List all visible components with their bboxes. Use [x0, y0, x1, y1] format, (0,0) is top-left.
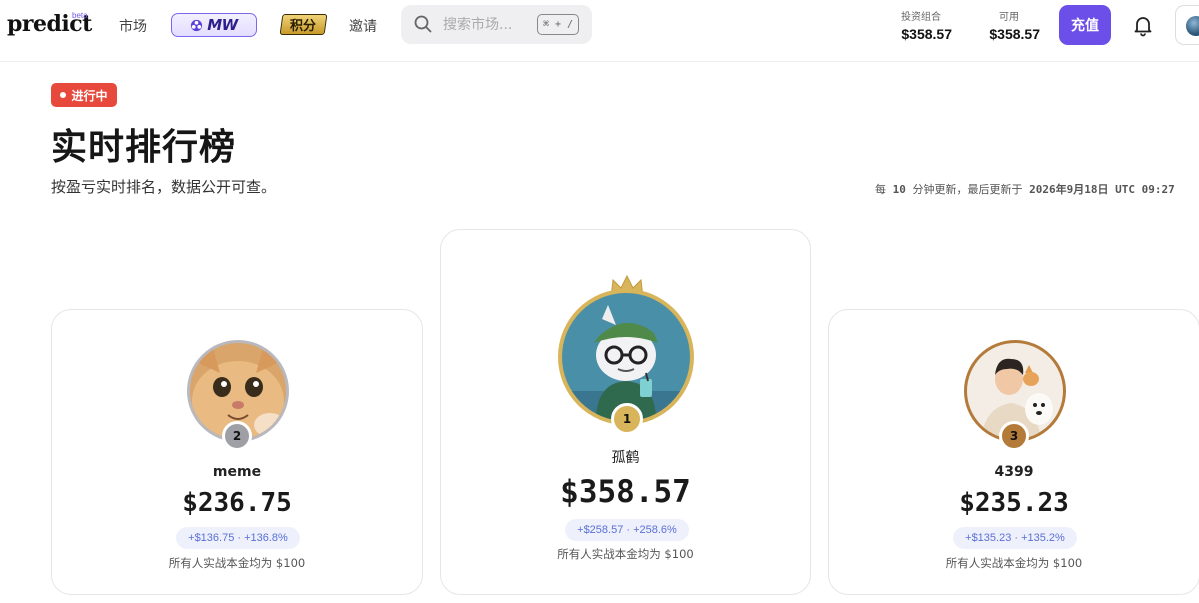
update-middle: 分钟更新，最后更新于	[912, 183, 1023, 196]
page-subtitle: 按盈亏实时排名，数据公开可查。	[51, 178, 277, 196]
pnl-pill: +$136.75 · +136.8%	[176, 527, 300, 549]
points-label: 积分	[290, 19, 317, 34]
flower-icon	[191, 19, 203, 31]
leaderboard-card-rank-3[interactable]: 3 4399 $235.23 +$135.23 · +135.2% 所有人实战本…	[828, 309, 1199, 595]
avatar-cat-illustration	[562, 293, 690, 421]
beta-tag: beta	[72, 11, 88, 20]
capital-note: 所有人实战本金均为 $100	[557, 547, 694, 561]
shortcut-hint: ⌘ + /	[537, 14, 579, 35]
username: meme	[212, 464, 262, 480]
bell-icon[interactable]	[1131, 13, 1155, 37]
balance: $236.75	[182, 488, 292, 518]
user-avatar-button[interactable]	[1175, 5, 1199, 45]
status-label: 进行中	[71, 88, 108, 103]
rank-badge: 3	[999, 421, 1029, 451]
page-title: 实时排行榜	[51, 127, 237, 168]
search-box[interactable]: ⌘ + /	[401, 5, 592, 44]
deposit-button[interactable]: 充值	[1059, 5, 1111, 45]
mw-badge-button[interactable]: MW	[171, 13, 257, 37]
pnl-pill: +$258.57 · +258.6%	[565, 519, 689, 541]
nav-markets[interactable]: 市场	[119, 16, 147, 36]
capital-note: 所有人实战本金均为 $100	[945, 556, 1083, 570]
capital-note: 所有人实战本金均为 $100	[168, 556, 306, 570]
available-stat: 可用 $358.57	[978, 8, 1040, 42]
username: 孤鹤	[611, 450, 640, 466]
portfolio-stat: 投资组合 $358.57	[890, 8, 952, 42]
balance: $358.57	[560, 474, 691, 510]
live-status-badge: 进行中	[51, 83, 117, 107]
avatar-icon	[1186, 16, 1199, 36]
portfolio-value: $358.57	[901, 26, 952, 42]
username: 4399	[994, 464, 1034, 480]
balance: $235.23	[959, 488, 1069, 518]
rank-badge: 2	[222, 421, 252, 451]
available-label: 可用	[999, 12, 1019, 23]
leaderboard-card-rank-2[interactable]: 2 meme $236.75 +$136.75 · +136.8% 所有人实战本…	[51, 309, 423, 595]
pnl-pill: +$135.23 · +135.2%	[953, 527, 1077, 549]
update-prefix: 每	[875, 183, 886, 196]
update-timestamp: 2026年9月18日 UTC 09:27	[1029, 183, 1175, 196]
nav-invite[interactable]: 邀请	[349, 16, 377, 36]
search-input[interactable]	[443, 14, 529, 36]
rank-badge: 1	[611, 403, 643, 435]
leaderboard-card-rank-1[interactable]: 1 孤鹤 $358.57 +$258.57 · +258.6% 所有人实战本金均…	[440, 229, 811, 595]
update-interval: 10	[892, 183, 906, 196]
available-value: $358.57	[989, 26, 1040, 42]
points-badge-button[interactable]: 积分	[279, 14, 328, 35]
update-info: 每 10 分钟更新，最后更新于 2026年9月18日 UTC 09:27	[875, 181, 1175, 197]
mw-label: MW	[207, 16, 238, 34]
portfolio-label: 投资组合	[901, 12, 941, 23]
top-navbar: predict beta 市场 MW 积分 邀请 ⌘ + / 投资组合 $358…	[0, 0, 1199, 62]
status-dot-icon	[60, 92, 67, 98]
search-icon	[414, 15, 432, 33]
